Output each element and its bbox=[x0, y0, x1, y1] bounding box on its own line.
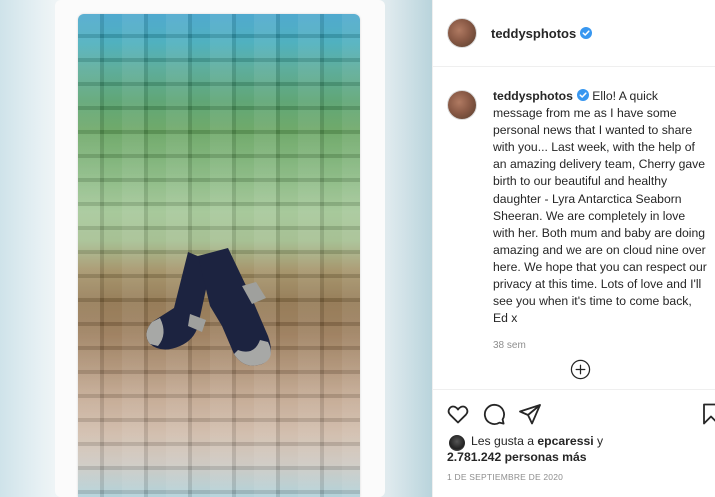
likes-prefix: Les gusta a bbox=[471, 434, 535, 448]
header-username[interactable]: teddysphotos bbox=[491, 26, 576, 41]
caption-message: Ello! A quick message from me as I have … bbox=[493, 89, 707, 326]
caption-text: teddysphotos Ello! A quick message from … bbox=[493, 88, 708, 327]
verified-badge-icon bbox=[580, 27, 593, 39]
caption-body: teddysphotos Ello! A quick message from … bbox=[493, 88, 708, 351]
post-side-panel: teddysphotos teddysphotos Ello! A quick … bbox=[432, 0, 715, 497]
caption-avatar[interactable] bbox=[447, 90, 477, 120]
caption-time-ago[interactable]: 38 sem bbox=[493, 340, 708, 351]
likes-summary: Les gusta a epcaressi y 2.781.242 person… bbox=[447, 433, 603, 465]
post-image[interactable] bbox=[0, 0, 432, 497]
post-header: teddysphotos bbox=[433, 0, 715, 67]
heart-icon[interactable] bbox=[446, 402, 470, 426]
verified-badge-icon bbox=[576, 89, 589, 101]
liker-avatar[interactable] bbox=[449, 435, 465, 451]
plus-circle-icon[interactable] bbox=[570, 359, 591, 380]
likes-suffix: y bbox=[597, 434, 604, 448]
caption-username[interactable]: teddysphotos bbox=[493, 89, 573, 103]
bookmark-icon[interactable] bbox=[699, 402, 715, 426]
post-caption: teddysphotos Ello! A quick message from … bbox=[447, 88, 709, 351]
paper-plane-icon[interactable] bbox=[518, 402, 542, 426]
baby-sock-right bbox=[192, 246, 282, 376]
post-date[interactable]: 1 DE SEPTIEMBRE DE 2020 bbox=[447, 472, 563, 482]
likes-user[interactable]: epcaressi bbox=[537, 434, 593, 448]
likes-count[interactable]: 2.781.242 personas más bbox=[447, 450, 587, 464]
comment-icon[interactable] bbox=[482, 402, 506, 426]
post-actions-section: Les gusta a epcaressi y 2.781.242 person… bbox=[433, 389, 715, 497]
avatar[interactable] bbox=[447, 18, 477, 48]
